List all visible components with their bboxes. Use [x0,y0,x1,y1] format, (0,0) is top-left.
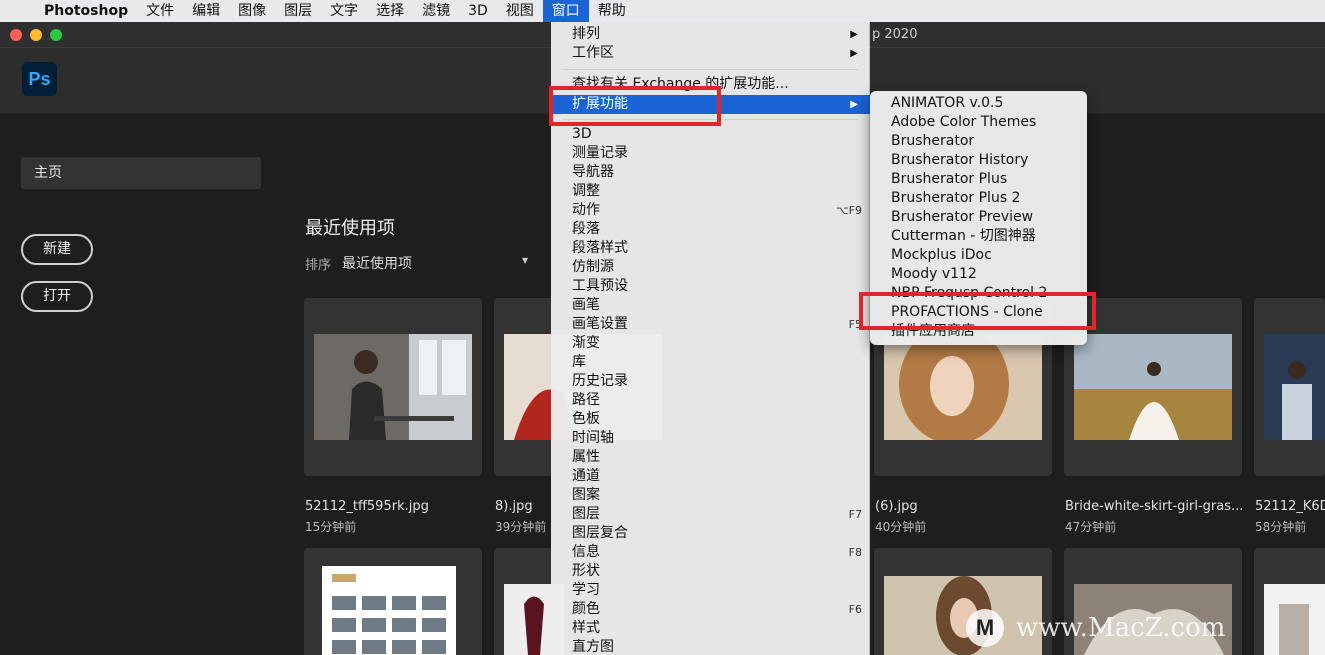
photoshop-logo-icon: Ps [22,62,57,96]
chevron-right-icon: ▶ [850,48,858,59]
file-time: 47分钟前 [1065,520,1117,534]
menu-item-history[interactable]: 历史记录 [551,372,870,391]
zoom-window-button[interactable] [50,29,62,41]
file-time: 40分钟前 [875,520,927,534]
menu-item-timeline[interactable]: 时间轴 [551,429,870,448]
menu-help[interactable]: 帮助 [589,0,635,22]
new-button[interactable]: 新建 [21,234,93,265]
annotation-highlight-box [549,86,721,126]
menubar: Photoshop 文件 编辑 图像 图层 文字 选择 滤镜 3D 视图 窗口 … [0,0,1325,22]
watermark-text: www.MacZ.com [1016,613,1226,643]
recent-file-card[interactable] [304,298,482,476]
menu-item-channels[interactable]: 通道 [551,467,870,486]
menu-item-layer-comps[interactable]: 图层复合 [551,524,870,543]
menu-item-clone-source[interactable]: 仿制源 [551,258,870,277]
submenu-item[interactable]: Adobe Color Themes [891,113,1036,132]
shortcut-label: F7 [848,508,862,521]
sidebar-item-home[interactable]: 主页 [21,157,261,189]
chevron-right-icon: ▶ [850,99,858,110]
menu-layer[interactable]: 图层 [275,0,321,22]
menu-item-paragraph-styles[interactable]: 段落样式 [551,239,870,258]
file-time: 58分钟前 [1255,520,1307,534]
menu-item-measurement-log[interactable]: 测量记录 [551,144,870,163]
menu-item-brushes[interactable]: 画笔 [551,296,870,315]
watermark: M www.MacZ.com [966,608,1225,648]
file-name[interactable]: 8).jpg [495,499,533,514]
menu-item-workspace[interactable]: 工作区 ▶ [551,44,870,63]
menu-item-libraries[interactable]: 库 [551,353,870,372]
menu-select[interactable]: 选择 [367,0,413,22]
shortcut-label: F6 [848,603,862,616]
menu-item-info[interactable]: 信息 F8 [551,543,870,562]
chevron-down-icon[interactable]: ▾ [522,253,528,267]
sort-label: 排序 [305,258,332,273]
sort-select[interactable]: 最近使用项 [342,253,412,273]
window-title: p 2020 [872,27,918,42]
menu-item-shapes[interactable]: 形状 [551,562,870,581]
menu-item-actions[interactable]: 动作 ⌥F9 [551,201,870,220]
annotation-highlight-box [859,292,1096,330]
file-name[interactable]: 52112_K6D [1255,499,1325,514]
file-name[interactable]: (6).jpg [875,499,918,514]
minimize-window-button[interactable] [30,29,42,41]
submenu-item[interactable]: Mockplus iDoc [891,246,992,265]
menu-view[interactable]: 视图 [497,0,543,22]
menu-item-learn[interactable]: 学习 [551,581,870,600]
menu-item-paragraph[interactable]: 段落 [551,220,870,239]
menu-item-arrange[interactable]: 排列 ▶ [551,25,870,44]
file-name[interactable]: Bride-white-skirt-girl-gras... [1065,499,1243,514]
submenu-item[interactable]: Brusherator [891,132,974,151]
chevron-right-icon: ▶ [850,29,858,40]
menu-window[interactable]: 窗口 [542,0,589,22]
menu-image[interactable]: 图像 [229,0,275,22]
menu-item-color[interactable]: 颜色 F6 [551,600,870,619]
menu-item-properties[interactable]: 属性 [551,448,870,467]
shortcut-label: ⌥F9 [835,204,862,217]
menu-item-paths[interactable]: 路径 [551,391,870,410]
menu-item-adjustments[interactable]: 调整 [551,182,870,201]
menu-edit[interactable]: 编辑 [183,0,229,22]
file-thumbnail [1264,334,1325,440]
menu-app-name[interactable]: Photoshop [40,0,137,22]
recent-title: 最近使用项 [305,218,395,239]
menu-item-navigator[interactable]: 导航器 [551,163,870,182]
menu-type[interactable]: 文字 [321,0,367,22]
recent-file-card[interactable] [1254,298,1325,476]
file-thumbnail [1074,334,1232,440]
file-time: 39分钟前 [495,520,547,534]
file-time: 15分钟前 [305,520,357,534]
menu-file[interactable]: 文件 [137,0,183,22]
menu-separator [563,69,858,70]
file-name[interactable]: 52112_tff595rk.jpg [305,499,429,514]
menu-item-layers[interactable]: 图层 F7 [551,505,870,524]
menu-item-tool-presets[interactable]: 工具预设 [551,277,870,296]
menu-item-patterns[interactable]: 图案 [551,486,870,505]
menu-item-3d[interactable]: 3D [551,125,870,144]
menu-item-styles[interactable]: 样式 [551,619,870,638]
open-button[interactable]: 打开 [21,281,93,312]
menu-3d[interactable]: 3D [459,0,497,22]
recent-file-card[interactable] [304,548,482,655]
submenu-item[interactable]: Brusherator Preview [891,208,1033,227]
shortcut-label: F8 [848,546,862,559]
menu-item-brush-settings[interactable]: 画笔设置 F5 [551,315,870,334]
submenu-item[interactable]: Cutterman - 切图神器 [891,227,1036,246]
file-thumbnail [884,334,1042,440]
submenu-item[interactable]: Brusherator History [891,151,1028,170]
close-window-button[interactable] [10,29,22,41]
submenu-item[interactable]: Moody v112 [891,265,977,284]
submenu-item[interactable]: Brusherator Plus [891,170,1007,189]
menu-item-histogram[interactable]: 直方图 [551,638,870,655]
watermark-logo-icon: M [966,609,1004,647]
submenu-item[interactable]: ANIMATOR v.0.5 [891,94,1003,113]
menu-filter[interactable]: 滤镜 [413,0,459,22]
file-thumbnail [314,334,472,440]
recent-file-card[interactable] [1254,548,1325,655]
menu-item-gradients[interactable]: 渐变 [551,334,870,353]
file-thumbnail [1264,584,1325,655]
menu-item-swatches[interactable]: 色板 [551,410,870,429]
submenu-item[interactable]: Brusherator Plus 2 [891,189,1020,208]
file-thumbnail [322,566,456,655]
